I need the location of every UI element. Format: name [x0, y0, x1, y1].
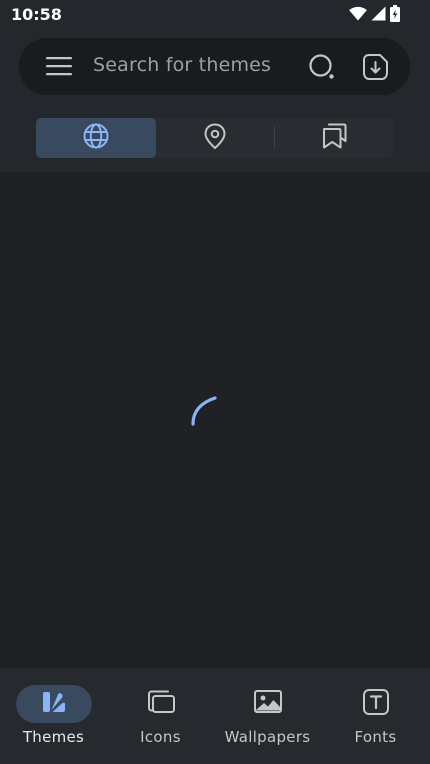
search-bar[interactable]: Search for themes: [19, 38, 410, 95]
nav-item-icons[interactable]: Icons: [107, 668, 214, 764]
tab-local[interactable]: [156, 118, 274, 158]
menu-button[interactable]: [40, 54, 78, 82]
nav-icon-wrap: [123, 685, 199, 723]
search-input[interactable]: Search for themes: [93, 54, 271, 76]
nav-item-fonts[interactable]: Fonts: [322, 668, 429, 764]
location-pin-icon: [202, 122, 228, 154]
nav-icon-wrap: [230, 685, 306, 723]
bottom-navigation: Themes Icons Wallpapers Fonts: [0, 668, 430, 764]
tab-saved[interactable]: [274, 118, 393, 158]
tab-global[interactable]: [36, 118, 156, 158]
battery-icon: [390, 4, 400, 26]
nav-item-themes[interactable]: Themes: [0, 668, 107, 764]
import-file-icon: [361, 54, 391, 86]
app-screen: 10:58 Search for themes Themes Icons Wal…: [0, 0, 430, 764]
nav-label-fonts: Fonts: [354, 728, 397, 746]
nav-active-indicator: [15, 685, 92, 723]
search-button[interactable]: [307, 52, 337, 82]
fonts-icon: [362, 688, 390, 720]
nav-label-wallpapers: Wallpapers: [224, 728, 311, 746]
search-icon: [307, 54, 337, 86]
cell-signal-icon: [371, 6, 386, 25]
top-area: 10:58 Search for themes: [0, 0, 430, 172]
import-button[interactable]: [361, 52, 391, 82]
nav-icon-wrap: [338, 685, 414, 723]
wifi-icon: [349, 6, 367, 25]
nav-item-wallpapers[interactable]: Wallpapers: [214, 668, 321, 764]
status-bar: 10:58: [0, 0, 430, 30]
globe-icon: [82, 122, 110, 154]
source-tabs: [36, 118, 393, 158]
nav-label-themes: Themes: [22, 728, 85, 746]
icons-icon: [146, 689, 176, 719]
hamburger-menu-icon: [46, 56, 72, 80]
loading-spinner: [189, 394, 223, 428]
themes-icon: [41, 689, 67, 719]
status-icons: [349, 4, 400, 26]
status-time: 10:58: [11, 5, 62, 24]
nav-label-icons: Icons: [140, 728, 181, 746]
bookmarks-icon: [320, 122, 348, 154]
wallpapers-icon: [253, 689, 283, 719]
